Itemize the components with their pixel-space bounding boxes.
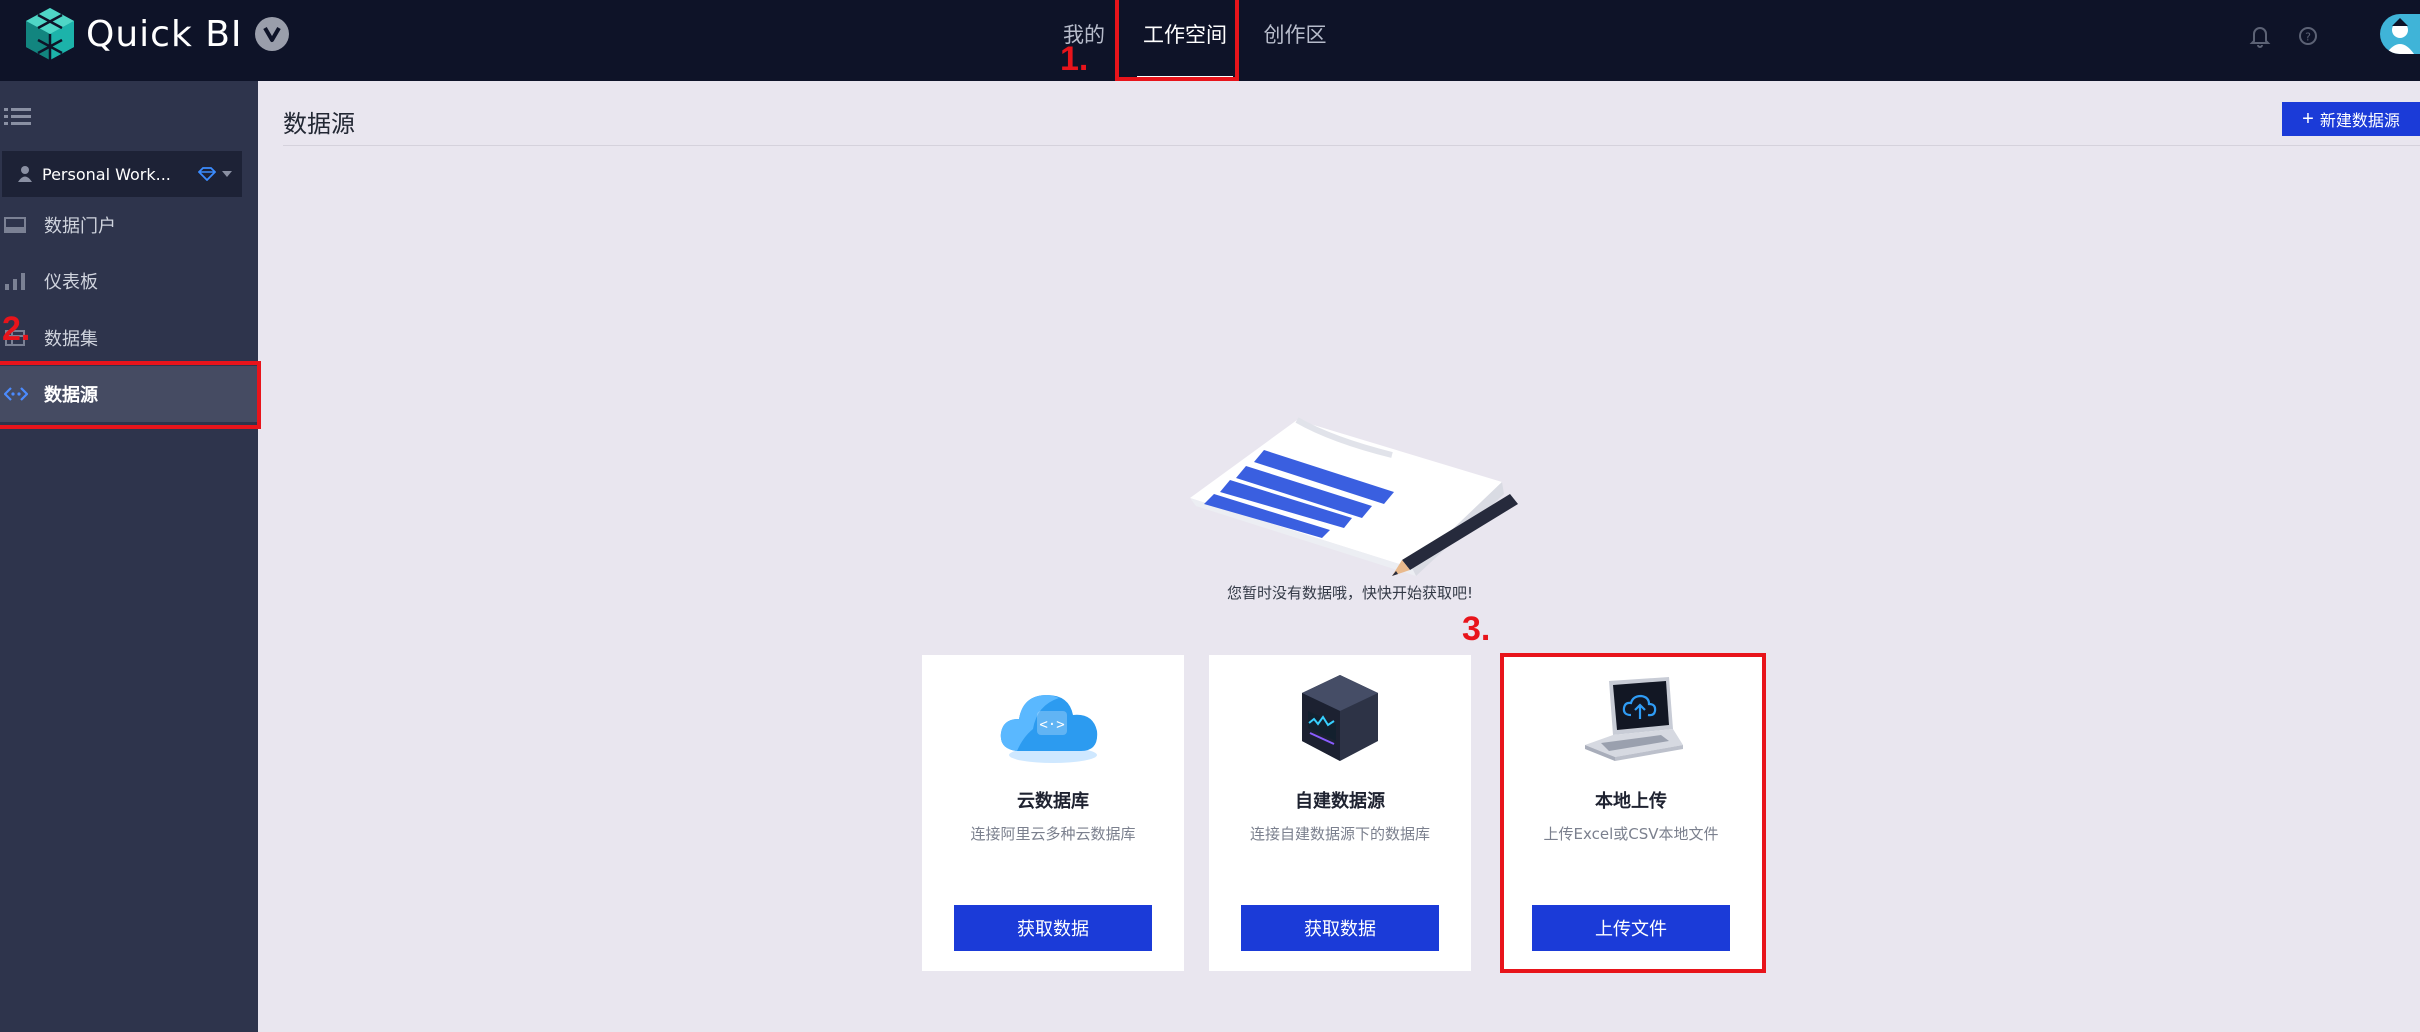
menu-collapse-icon[interactable] — [4, 105, 32, 129]
svg-text:<·>: <·> — [1039, 717, 1064, 733]
sidebar-item-dashboard[interactable]: 仪表板 — [0, 253, 258, 309]
server-icon — [1302, 675, 1378, 761]
sidebar-item-label: 数据门户 — [44, 216, 116, 237]
app-logo[interactable]: Quick BI — [22, 6, 289, 62]
user-avatar[interactable] — [2380, 14, 2420, 54]
datasource-card-self-built: 自建数据源 连接自建数据源下的数据库 获取数据 — [1209, 655, 1471, 971]
svg-text:?: ? — [2305, 31, 2311, 44]
bar-chart-icon — [5, 273, 25, 290]
version-badge-icon — [254, 17, 289, 51]
datasource-card-cloud: <·> 云数据库 连接阿里云多种云数据库 获取数据 — [922, 655, 1184, 971]
new-datasource-button[interactable]: + 新建数据源 — [2282, 102, 2420, 136]
get-data-button[interactable]: 获取数据 — [1241, 905, 1439, 951]
chevron-down-icon — [222, 171, 232, 177]
annotation-step-1: 1. — [1060, 40, 1089, 78]
sidebar: Personal Work... 数据门户 仪表板 数据集 数据源 — [0, 81, 258, 1032]
plus-icon: + — [2302, 108, 2314, 130]
page-title: 数据源 — [283, 110, 355, 138]
help-icon[interactable]: ? — [2294, 22, 2322, 50]
empty-state-text: 您暂时没有数据哦，快快开始获取吧! — [1226, 584, 1473, 602]
bell-icon[interactable] — [2246, 22, 2274, 50]
card-description: 连接自建数据源下的数据库 — [1249, 825, 1430, 843]
card-title: 自建数据源 — [1295, 791, 1385, 812]
new-datasource-label: 新建数据源 — [2319, 113, 2400, 130]
get-data-button[interactable]: 获取数据 — [954, 905, 1152, 951]
card-title: 云数据库 — [1017, 791, 1089, 812]
quick-bi-logo-icon — [26, 8, 74, 60]
workspace-name: Personal Work... — [42, 164, 171, 184]
sidebar-item-label: 数据集 — [44, 329, 98, 350]
user-icon — [18, 166, 32, 182]
portal-icon — [4, 217, 26, 233]
sidebar-item-data-portal[interactable]: 数据门户 — [0, 197, 258, 253]
sidebar-item-label: 仪表板 — [44, 272, 98, 293]
annotation-box-workspace — [1115, 0, 1239, 81]
sidebar-item-dataset[interactable]: 数据集 — [0, 310, 258, 366]
empty-document-illustration — [1190, 417, 1518, 576]
nav-creation-area[interactable]: 创作区 — [1262, 0, 1328, 81]
annotation-box-datasource — [0, 361, 261, 429]
annotation-step-2: 2. — [2, 310, 31, 348]
annotation-step-3: 3. — [1462, 610, 1491, 648]
divider — [283, 145, 2420, 146]
card-description: 连接阿里云多种云数据库 — [970, 825, 1136, 843]
app-name: Quick BI — [86, 13, 243, 55]
diamond-icon — [198, 167, 216, 181]
cloud-database-icon: <·> — [1000, 695, 1098, 763]
annotation-box-local-upload — [1500, 653, 1766, 973]
workspace-selector[interactable]: Personal Work... — [2, 151, 242, 197]
